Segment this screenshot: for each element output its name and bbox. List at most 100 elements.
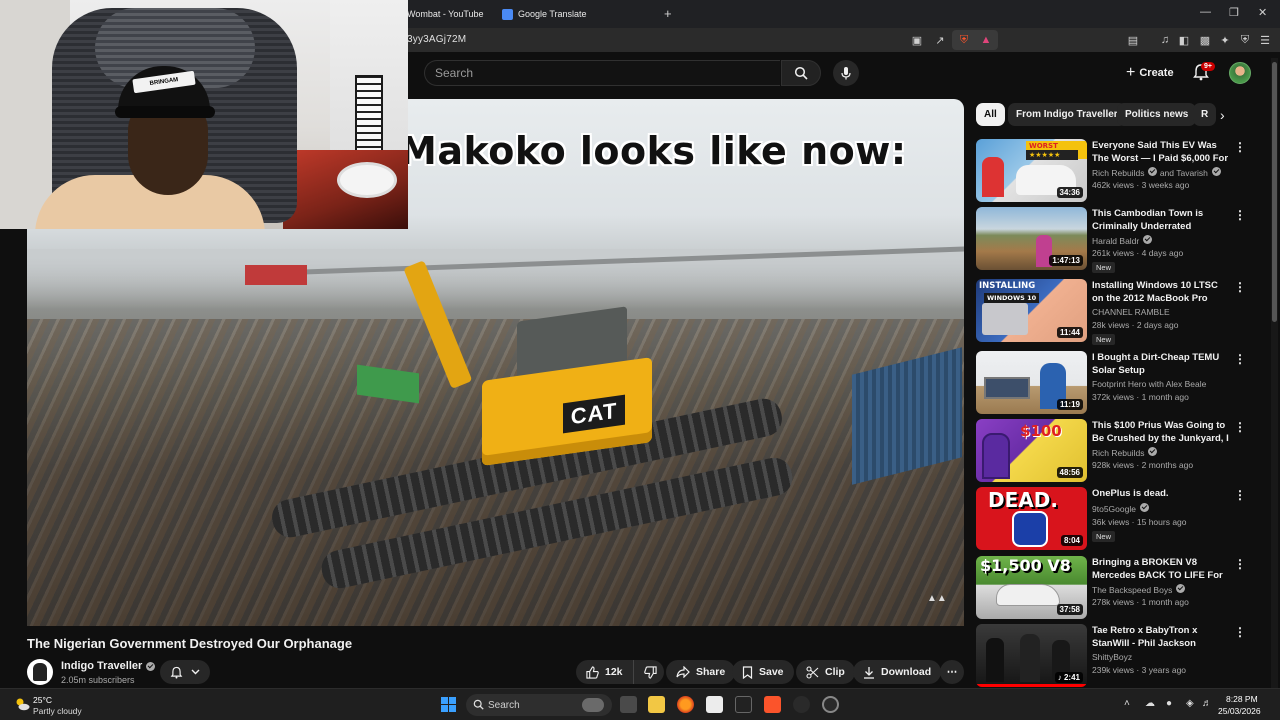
sidebar-toggle-icon[interactable]: ▤ [1126, 33, 1140, 47]
recommendation-item[interactable]: INSTALLING WINDOWS 10 11:44 Installing W… [976, 279, 1262, 345]
wifi-icon[interactable]: ◈ [1186, 698, 1194, 709]
recommendation-channel: ShittyBoyz [1092, 652, 1133, 662]
chevron-right-icon[interactable]: › [1220, 107, 1236, 123]
recommendation-item[interactable]: DEAD. 8:04 OnePlus is dead. 9to5Google 3… [976, 487, 1262, 551]
share-page-icon[interactable]: ↗ [933, 33, 947, 47]
obs-icon[interactable] [822, 696, 839, 713]
weather-temperature: 25°C [33, 695, 52, 705]
recommendation-channel: 9to5Google [1092, 503, 1149, 514]
terminal-icon[interactable] [735, 696, 752, 713]
duration-value: 2:41 [1063, 673, 1080, 682]
recommendation-item[interactable]: ♪ 2:41 Tae Retro x BabyTron x StanWill -… [976, 624, 1262, 688]
url-field[interactable]: 3yy3AGj72M [407, 34, 466, 45]
recommendation-item[interactable]: 1:47:13 This Cambodian Town is Criminall… [976, 207, 1262, 273]
new-tab-button[interactable]: + [664, 6, 672, 21]
voice-search-button[interactable] [833, 60, 859, 86]
recommendation-item[interactable]: WORST RATED ★★★★★ 34:36 Everyone Said Th… [976, 139, 1262, 203]
like-dislike-group: 12k [576, 660, 664, 684]
leo-icon[interactable]: ✦ [1218, 33, 1232, 47]
tab-label: Wombat - YouTube [407, 9, 484, 19]
recommendation-channel: Rich Rebuilds and Tavarish [1092, 167, 1221, 178]
scrollbar-thumb[interactable] [1272, 62, 1277, 322]
app-icon[interactable] [793, 696, 810, 713]
clock-time[interactable]: 8:28 PM [1226, 694, 1258, 704]
create-button[interactable]: + Create [1120, 61, 1180, 85]
channel-collab: and Tavarish [1159, 168, 1208, 178]
search-input[interactable]: Search [424, 60, 780, 86]
duration-badge: 34:36 [1056, 187, 1083, 198]
subscribed-notifications-button[interactable] [160, 660, 210, 684]
chevron-up-icon[interactable]: ˄ [1124, 698, 1130, 709]
cast-icon[interactable]: ▣ [910, 33, 924, 47]
reading-list-icon[interactable]: ◧ [1177, 33, 1191, 47]
more-actions-button[interactable]: ⋯ [940, 660, 964, 684]
vpn-icon[interactable]: ⛨ [1238, 33, 1252, 47]
save-button[interactable]: Save [732, 660, 794, 684]
share-button[interactable]: Share [666, 660, 736, 684]
user-avatar[interactable] [1229, 62, 1251, 84]
more-vert-icon[interactable]: ⋮ [1234, 421, 1246, 435]
channel-name: Rich Rebuilds [1092, 448, 1145, 458]
more-vert-icon[interactable]: ⋮ [1234, 353, 1246, 367]
plus-icon: + [1126, 64, 1136, 81]
video-title: The Nigerian Government Destroyed Our Or… [27, 636, 353, 651]
like-button[interactable]: 12k [576, 660, 634, 684]
channel-avatar[interactable] [27, 659, 53, 685]
partly-cloudy-icon[interactable] [14, 696, 30, 712]
brave-browser-icon[interactable] [764, 696, 781, 713]
microphone-icon [841, 67, 851, 80]
channel-name-link[interactable]: Indigo Traveller [61, 660, 156, 672]
chip-all[interactable]: All [976, 103, 1005, 126]
search-button[interactable] [781, 60, 821, 86]
menu-icon[interactable]: ☰ [1258, 33, 1272, 47]
volume-icon[interactable]: ♬ [1202, 698, 1212, 709]
recommendation-item[interactable]: 11:19 I Bought a Dirt-Cheap TEMU Solar S… [976, 351, 1262, 415]
recommendation-channel: CHANNEL RAMBLE [1092, 307, 1170, 317]
recommendation-item[interactable]: $100 48:56 This $100 Prius Was Going to … [976, 419, 1262, 483]
more-vert-icon[interactable]: ⋮ [1234, 626, 1246, 640]
recommendation-title: Installing Windows 10 LTSC on the 2012 M… [1092, 280, 1218, 304]
more-vert-icon[interactable]: ⋮ [1234, 141, 1246, 155]
chip-politics-news[interactable]: Politics news [1117, 103, 1197, 126]
recommendation-title: Tae Retro x BabyTron x StanWill - Phil J… [1092, 625, 1198, 649]
channel-name: 9to5Google [1092, 504, 1136, 514]
download-button[interactable]: Download [853, 660, 942, 684]
more-vert-icon[interactable]: ⋮ [1234, 489, 1246, 503]
rewards-icon[interactable]: ▲ [979, 33, 993, 47]
task-view-icon[interactable] [620, 696, 637, 713]
more-vert-icon[interactable]: ⋮ [1234, 209, 1246, 223]
chip-from-channel[interactable]: From Indigo Traveller [1008, 103, 1126, 126]
webcam-overlay: BRINGAM [0, 0, 408, 229]
webcam-cap-brim [115, 106, 215, 118]
recommendation-item[interactable]: $1,500 V8 37:58 Bringing a BROKEN V8 Mer… [976, 556, 1262, 620]
verified-icon [146, 661, 156, 671]
taskbar-search-box[interactable]: Search [466, 694, 612, 716]
firefox-icon[interactable] [677, 696, 694, 713]
more-vert-icon[interactable]: ⋮ [1234, 558, 1246, 572]
brave-shield-icon[interactable]: ⛨ [957, 33, 971, 47]
recommendation-meta: 239k views · 3 years ago [1092, 665, 1187, 675]
download-label: Download [881, 666, 932, 678]
clip-button[interactable]: Clip [796, 660, 855, 684]
microphone-icon[interactable]: ● [1166, 698, 1172, 709]
video-thumbnail: $100 48:56 [976, 419, 1087, 482]
tab-wombat-youtube[interactable]: Wombat - YouTube [407, 4, 484, 24]
channel-name: The Backspeed Boys [1092, 585, 1173, 595]
more-vert-icon[interactable]: ⋮ [1234, 281, 1246, 295]
video-thumbnail: 11:19 [976, 351, 1087, 414]
tab-google-translate[interactable]: Google Translate [502, 4, 587, 24]
restore-icon[interactable]: ❐ [1229, 6, 1239, 19]
onedrive-icon[interactable]: ☁ [1145, 698, 1155, 709]
media-icon[interactable]: ♫ [1158, 33, 1172, 47]
file-explorer-icon[interactable] [648, 696, 665, 713]
close-icon[interactable]: ✕ [1258, 6, 1267, 19]
minimize-icon[interactable]: — [1200, 6, 1211, 18]
microsoft-store-icon[interactable] [706, 696, 723, 713]
windows-start-icon[interactable] [441, 697, 456, 712]
duration-badge: 1:47:13 [1049, 255, 1083, 266]
recommendation-channel: Rich Rebuilds [1092, 447, 1158, 458]
clock-date[interactable]: 25/03/2026 [1218, 706, 1261, 716]
chip-more[interactable]: R [1193, 103, 1217, 126]
video-thumbnail: DEAD. 8:04 [976, 487, 1087, 550]
wallet-icon[interactable]: ▩ [1198, 33, 1212, 47]
